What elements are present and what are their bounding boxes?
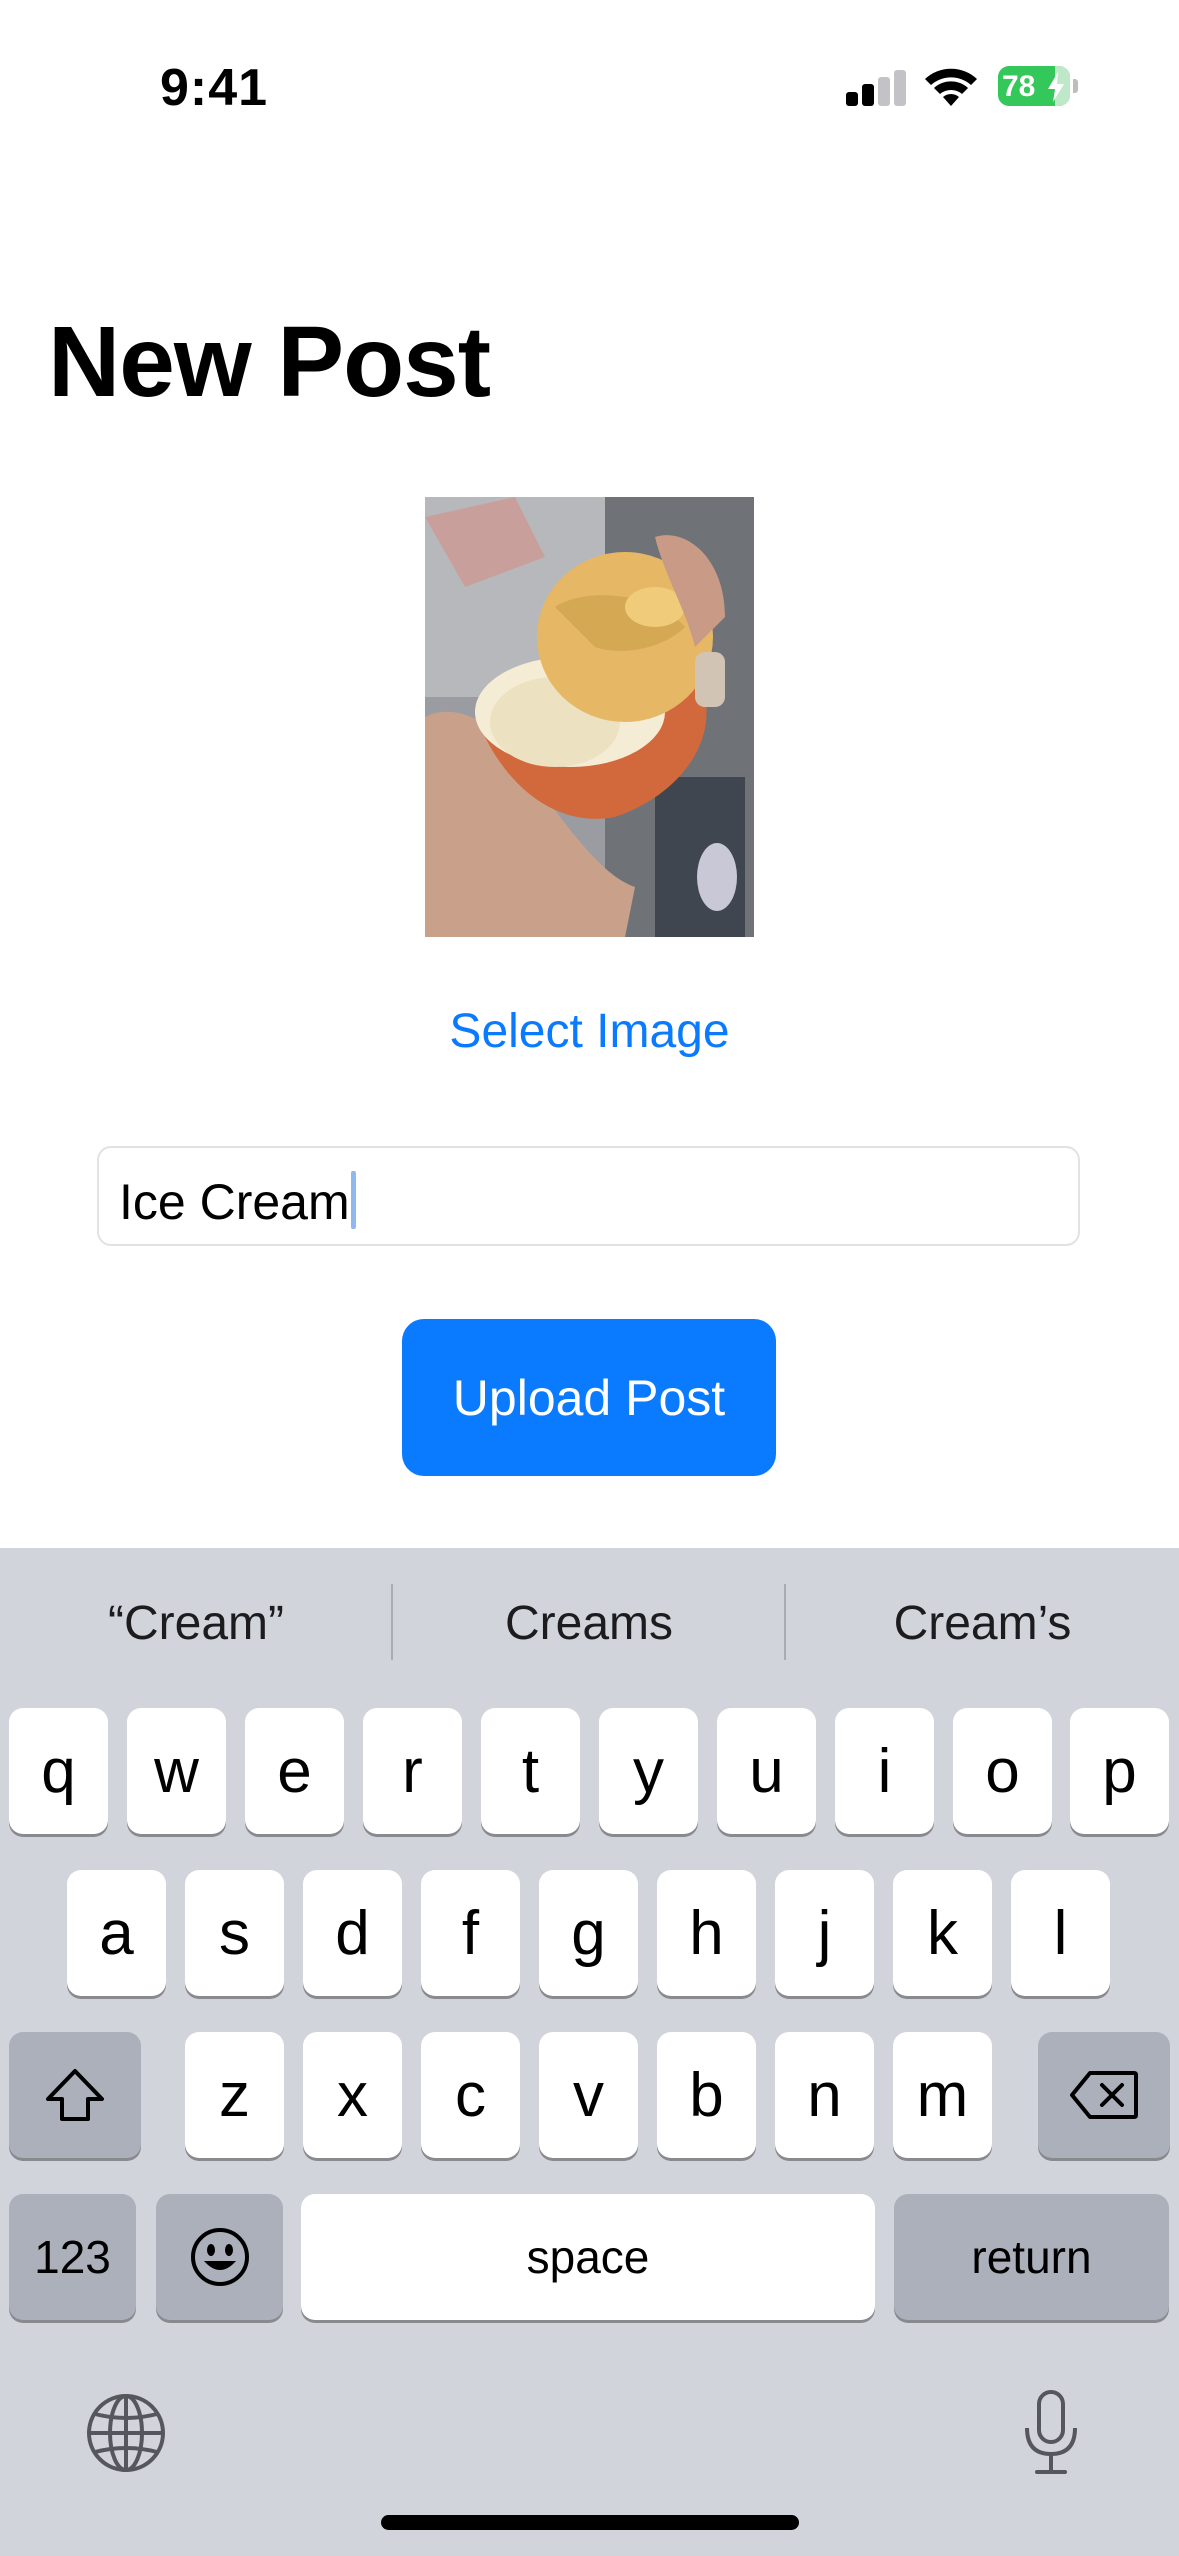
text-cursor (350, 1171, 356, 1229)
upload-post-button[interactable]: Upload Post (402, 1319, 776, 1476)
emoji-key[interactable] (156, 2194, 283, 2320)
delete-key[interactable] (1038, 2032, 1170, 2158)
key-m[interactable]: m (893, 2032, 992, 2158)
key-z[interactable]: z (185, 2032, 284, 2158)
suggestion-item[interactable]: “Cream” (0, 1548, 392, 1698)
key-n[interactable]: n (775, 2032, 874, 2158)
key-h[interactable]: h (657, 1870, 756, 1996)
key-g[interactable]: g (539, 1870, 638, 1996)
caption-text: Ice Cream (119, 1171, 356, 1231)
key-d[interactable]: d (303, 1870, 402, 1996)
key-s[interactable]: s (185, 1870, 284, 1996)
key-w[interactable]: w (127, 1708, 226, 1834)
shift-key[interactable] (9, 2032, 141, 2158)
key-j[interactable]: j (775, 1870, 874, 1996)
key-k[interactable]: k (893, 1870, 992, 1996)
return-key[interactable]: return (894, 2194, 1169, 2320)
key-a[interactable]: a (67, 1870, 166, 1996)
key-t[interactable]: t (481, 1708, 580, 1834)
key-v[interactable]: v (539, 2032, 638, 2158)
caption-value: Ice Cream (119, 1174, 350, 1230)
space-key[interactable]: space (301, 2194, 875, 2320)
keyboard: “Cream” Creams Cream’s q w e r t y u i o… (0, 1548, 1179, 2556)
cellular-signal-icon (846, 70, 906, 106)
numbers-key[interactable]: 123 (9, 2194, 136, 2320)
emoji-icon (190, 2228, 249, 2286)
status-time: 9:41 (160, 59, 269, 117)
page-title: New Post (48, 306, 491, 418)
key-c[interactable]: c (421, 2032, 520, 2158)
key-b[interactable]: b (657, 2032, 756, 2158)
globe-icon[interactable] (85, 2392, 167, 2474)
key-e[interactable]: e (245, 1708, 344, 1834)
key-i[interactable]: i (835, 1708, 934, 1834)
charging-bolt-icon (1048, 72, 1064, 102)
key-u[interactable]: u (717, 1708, 816, 1834)
status-bar: 9:41 78 (0, 0, 1179, 170)
key-y[interactable]: y (599, 1708, 698, 1834)
shift-icon (46, 2069, 104, 2121)
key-r[interactable]: r (363, 1708, 462, 1834)
battery-level: 78 (1002, 70, 1036, 103)
wifi-icon (925, 68, 977, 106)
select-image-button[interactable]: Select Image (0, 1004, 1179, 1059)
suggestion-bar: “Cream” Creams Cream’s (0, 1548, 1179, 1698)
key-p[interactable]: p (1070, 1708, 1169, 1834)
delete-icon (1070, 2071, 1138, 2119)
microphone-icon[interactable] (1020, 2388, 1082, 2478)
suggestion-item[interactable]: Cream’s (786, 1548, 1179, 1698)
key-f[interactable]: f (421, 1870, 520, 1996)
caption-input[interactable]: Ice Cream (97, 1146, 1080, 1246)
selected-photo (425, 497, 754, 937)
battery-icon: 78 (998, 66, 1078, 106)
suggestion-item[interactable]: Creams (393, 1548, 785, 1698)
key-x[interactable]: x (303, 2032, 402, 2158)
home-indicator[interactable] (381, 2515, 799, 2530)
key-o[interactable]: o (953, 1708, 1052, 1834)
key-l[interactable]: l (1011, 1870, 1110, 1996)
key-q[interactable]: q (9, 1708, 108, 1834)
